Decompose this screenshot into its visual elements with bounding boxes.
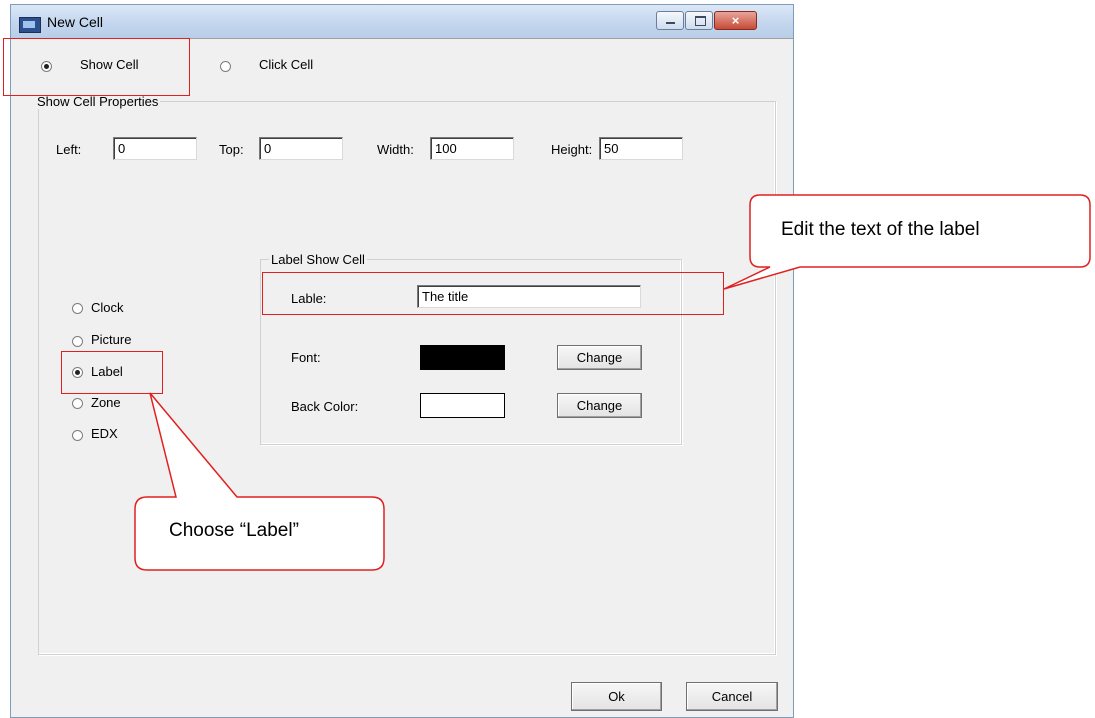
choose-label-callout — [134, 392, 385, 571]
callout-layer — [134, 194, 1091, 571]
choose-label-callout-text: Choose “Label” — [169, 520, 299, 541]
edit-label-callout — [723, 194, 1091, 290]
edit-label-callout-text: Edit the text of the label — [781, 219, 980, 240]
